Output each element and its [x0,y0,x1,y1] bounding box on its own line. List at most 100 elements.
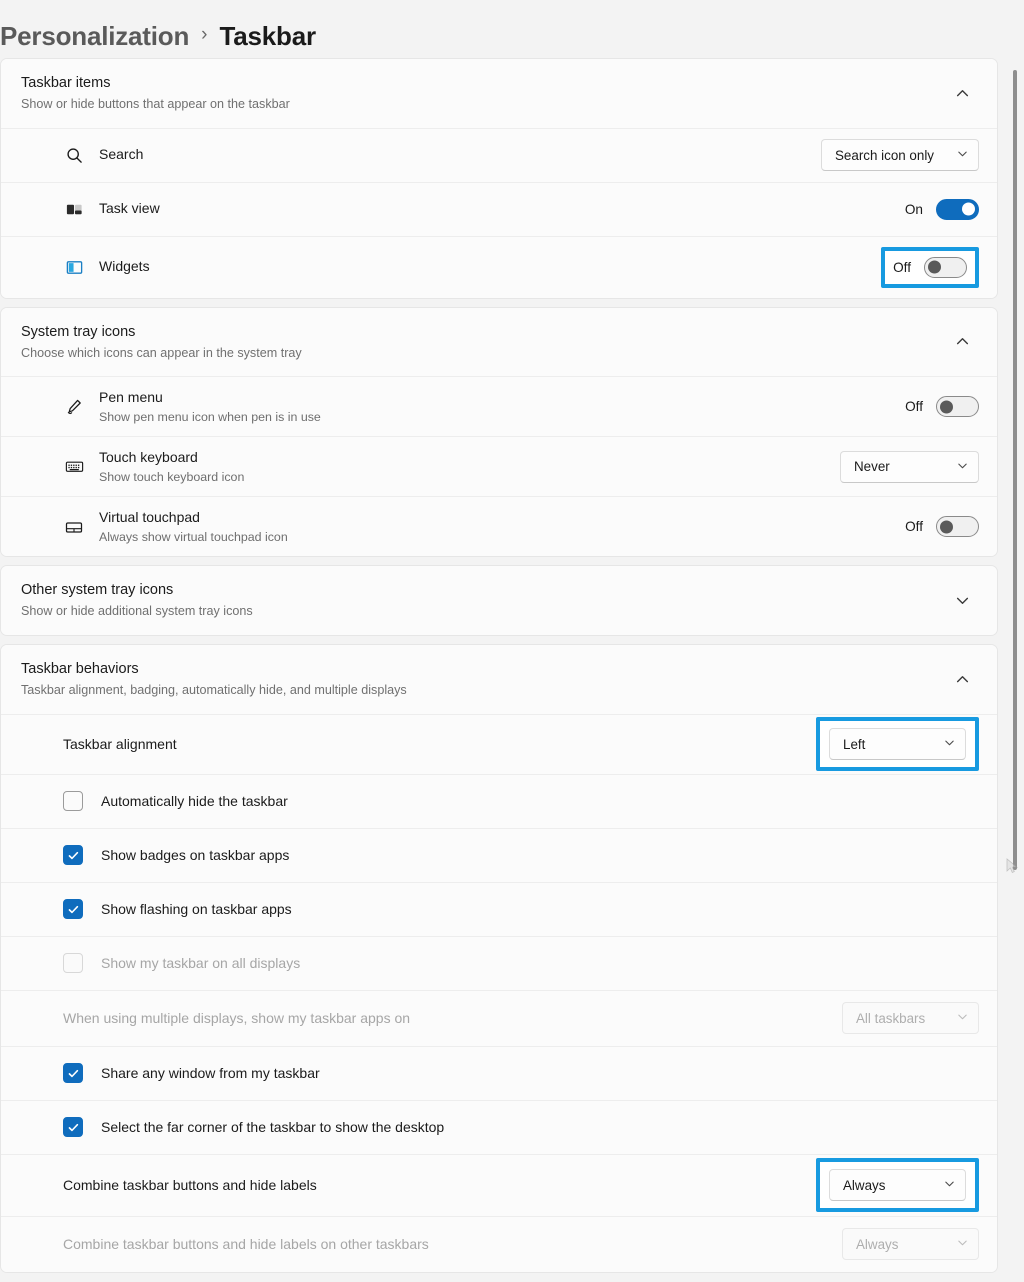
section-subtitle: Show or hide buttons that appear on the … [21,97,290,112]
row-multiple-displays-apps: When using multiple displays, show my ta… [1,989,997,1046]
highlight-box-widgets-toggle: Off [881,246,979,288]
row-select-far-corner[interactable]: Select the far corner of the taskbar to … [1,1099,997,1154]
checkbox-share-any-window[interactable] [63,1063,83,1084]
row-label: Combine taskbar buttons and hide labels [63,1177,317,1194]
section-header-other-system-tray-icons[interactable]: Other system tray icons Show or hide add… [1,566,997,635]
breadcrumb: Personalization › Taskbar [0,0,1024,58]
toggle-state-label: Off [905,399,923,415]
row-show-badges[interactable]: Show badges on taskbar apps [1,827,997,882]
pen-menu-toggle[interactable] [936,396,979,418]
row-combine-other-taskbars: Combine taskbar buttons and hide labels … [1,1215,997,1272]
checkbox-show-flashing[interactable] [63,899,83,920]
card-taskbar-behaviors: Taskbar behaviors Taskbar alignment, bad… [0,643,998,1273]
row-taskbar-alignment[interactable]: Taskbar alignment Left [1,713,997,774]
row-widgets[interactable]: Widgets Off [1,235,997,298]
page-title: Taskbar [219,20,317,51]
pen-menu-icon [63,396,85,418]
card-other-system-tray-icons: Other system tray icons Show or hide add… [0,565,998,636]
chevron-up-icon[interactable] [945,78,979,108]
chevron-down-icon [957,146,968,164]
toggle-knob [928,260,941,274]
mouse-cursor [1006,858,1020,874]
search-mode-combobox[interactable]: Search icon only [821,139,979,172]
combobox-value: Search icon only [835,147,934,163]
settings-content: Taskbar items Show or hide buttons that … [0,58,998,1273]
widgets-toggle-group[interactable]: Off [893,256,967,278]
row-label: Show flashing on taskbar apps [101,901,292,918]
highlight-box-taskbar-alignment: Left [816,717,979,772]
chevron-down-icon[interactable] [945,586,979,616]
vertical-scrollbar[interactable] [1009,58,1021,1282]
virtual-touchpad-toggle[interactable] [936,516,979,538]
combobox-value: All taskbars [856,1010,926,1026]
row-label: Search [99,146,144,163]
taskbar-alignment-combobox[interactable]: Left [829,728,966,761]
task-view-toggle-group[interactable]: On [904,198,979,220]
pen-menu-toggle-group[interactable]: Off [905,396,979,418]
section-header-taskbar-behaviors[interactable]: Taskbar behaviors Taskbar alignment, bad… [1,644,997,714]
combobox-value: Left [843,736,866,752]
toggle-knob [940,520,953,534]
touch-keyboard-icon [63,456,85,478]
chevron-down-icon [944,1176,955,1194]
section-title: Taskbar behaviors [21,660,139,677]
combobox-value: Always [843,1177,886,1193]
row-show-flashing[interactable]: Show flashing on taskbar apps [1,881,997,936]
row-touch-keyboard[interactable]: Touch keyboard Show touch keyboard icon … [1,436,997,497]
task-view-toggle[interactable] [936,198,979,220]
row-virtual-touchpad[interactable]: Virtual touchpad Always show virtual tou… [1,496,997,557]
toggle-knob [962,202,975,216]
combine-other-taskbars-combobox: Always [842,1228,979,1261]
row-combine-taskbar-buttons[interactable]: Combine taskbar buttons and hide labels … [1,1153,997,1216]
row-task-view[interactable]: Task view On [1,181,997,236]
row-share-any-window[interactable]: Share any window from my taskbar [1,1045,997,1100]
virtual-touchpad-toggle-group[interactable]: Off [905,516,979,538]
row-label: Combine taskbar buttons and hide labels … [63,1236,429,1253]
row-label: Pen menu [99,389,163,406]
checkbox-select-far-corner[interactable] [63,1117,83,1138]
widgets-toggle[interactable] [924,256,967,278]
section-header-system-tray-icons[interactable]: System tray icons Choose which icons can… [1,307,997,377]
row-description: Always show virtual touchpad icon [99,529,288,544]
row-label: Share any window from my taskbar [101,1065,320,1082]
settings-scroll-area: Taskbar items Show or hide buttons that … [0,58,1024,1282]
row-label: Widgets [99,258,150,275]
row-pen-menu[interactable]: Pen menu Show pen menu icon when pen is … [1,376,997,437]
toggle-state-label: Off [893,259,911,275]
chevron-down-icon [957,1009,968,1027]
row-label: When using multiple displays, show my ta… [63,1010,411,1027]
highlight-box-combine-taskbar-buttons: Always [816,1158,979,1213]
row-label: Automatically hide the taskbar [101,793,288,810]
card-system-tray-icons: System tray icons Choose which icons can… [0,306,998,558]
toggle-state-label: On [904,201,923,217]
search-icon [63,144,85,166]
toggle-state-label: Off [905,519,923,535]
combobox-value: Always [856,1236,899,1252]
row-label: Select the far corner of the taskbar to … [101,1119,445,1136]
row-label: Touch keyboard [99,449,198,466]
section-subtitle: Taskbar alignment, badging, automaticall… [21,682,407,697]
section-title: System tray icons [21,323,136,340]
breadcrumb-parent-link[interactable]: Personalization [0,21,189,52]
section-subtitle: Show or hide additional system tray icon… [21,604,253,619]
chevron-up-icon[interactable] [945,664,979,694]
row-label: Virtual touchpad [99,509,200,526]
scrollbar-thumb[interactable] [1013,70,1017,870]
virtual-touchpad-icon [63,516,85,538]
row-auto-hide-taskbar[interactable]: Automatically hide the taskbar [1,773,997,828]
touch-keyboard-combobox[interactable]: Never [840,450,979,483]
breadcrumb-separator-icon: › [201,24,208,45]
checkbox-show-badges[interactable] [63,845,83,866]
row-search[interactable]: Search Search icon only [1,127,997,182]
chevron-down-icon [944,735,955,753]
combine-taskbar-buttons-combobox[interactable]: Always [829,1169,966,1202]
chevron-up-icon[interactable] [945,327,979,357]
row-label: Task view [99,200,160,217]
checkbox-auto-hide-taskbar[interactable] [63,791,83,812]
row-show-taskbar-all-displays: Show my taskbar on all displays [1,935,997,990]
multiple-displays-combobox: All taskbars [842,1002,979,1035]
chevron-down-icon [957,1235,968,1253]
row-description: Show pen menu icon when pen is in use [99,409,321,424]
widgets-icon [63,256,85,278]
section-header-taskbar-items[interactable]: Taskbar items Show or hide buttons that … [1,59,997,128]
